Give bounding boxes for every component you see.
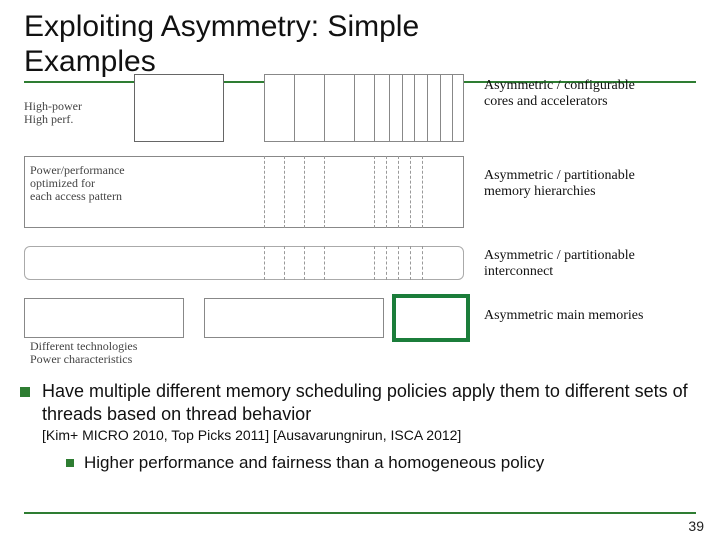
footer-divider: [24, 512, 696, 514]
bullet-1-reference: [Kim+ MICRO 2010, Top Picks 2011] [Ausav…: [42, 427, 710, 443]
page-number: 39: [688, 518, 704, 534]
label-cores-right: Asymmetric / configurable cores and acce…: [484, 78, 694, 110]
bullet-2: Higher performance and fairness than a h…: [66, 453, 710, 473]
bullet-square-icon: [20, 387, 30, 397]
slide-title-line2: Examples: [24, 45, 156, 78]
label-memhier-left: Power/performance optimized for each acc…: [30, 164, 170, 204]
architecture-diagram: High-power High perf. Asymmetric / confi…: [24, 64, 696, 364]
bullet-square-icon: [66, 459, 74, 467]
label-core-left: High-power High perf.: [24, 100, 134, 126]
big-core-box: [134, 74, 224, 142]
mainmem-box-mid: [204, 298, 384, 338]
bullet-1: Have multiple different memory schedulin…: [20, 380, 710, 425]
label-mainmem-right: Asymmetric main memories: [484, 308, 704, 324]
label-interconnect-right: Asymmetric / partitionable interconnect: [484, 248, 694, 280]
mainmem-box-left: [24, 298, 184, 338]
slide-title-line1: Exploiting Asymmetry: Simple: [24, 10, 419, 43]
bullet-content: Have multiple different memory schedulin…: [20, 380, 710, 473]
label-memhier-right: Asymmetric / partitionable memory hierar…: [484, 168, 694, 200]
label-mainmem-left: Different technologies Power characteris…: [30, 340, 210, 366]
mainmem-box-highlight: [392, 294, 470, 342]
bullet-2-text: Higher performance and fairness than a h…: [84, 453, 544, 473]
bullet-1-text: Have multiple different memory schedulin…: [42, 381, 688, 424]
